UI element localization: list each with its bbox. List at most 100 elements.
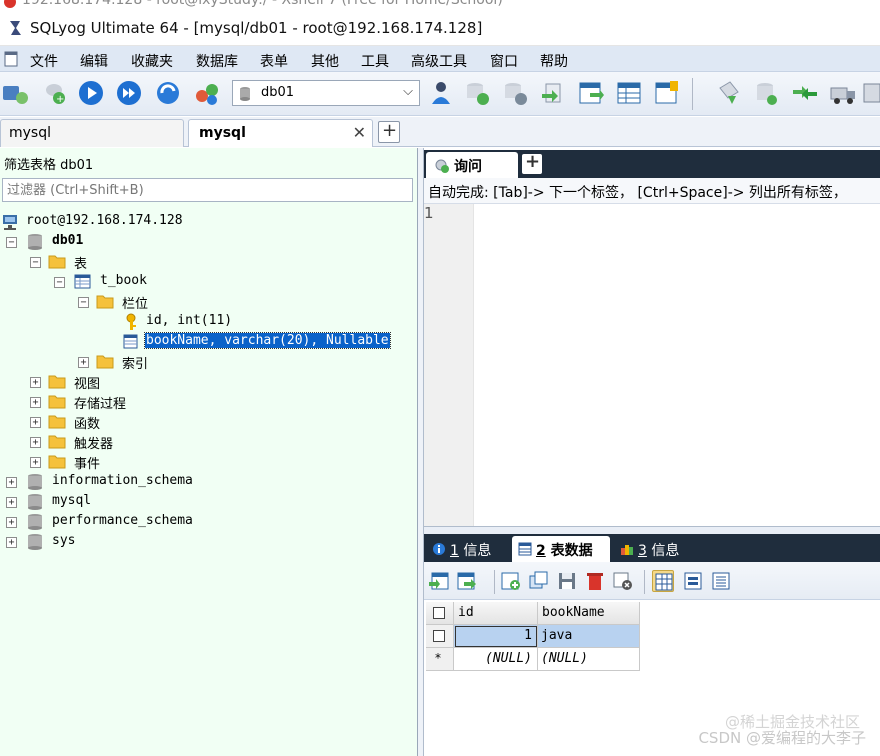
collapse-icon[interactable]: −	[54, 277, 65, 288]
duplicate-row-button[interactable]	[528, 570, 550, 592]
sync-button[interactable]	[714, 78, 744, 108]
menu-help[interactable]: 帮助	[540, 51, 568, 71]
tree-node-database[interactable]: + sys	[0, 532, 300, 552]
connection-tab[interactable]: mysql	[0, 119, 184, 147]
line-number-gutter: 1	[424, 204, 474, 526]
tree-node-database[interactable]: + information_schema	[0, 472, 300, 492]
tree-node-database[interactable]: + mysql	[0, 492, 300, 512]
expand-icon[interactable]: +	[30, 457, 41, 468]
save-button[interactable]	[556, 570, 578, 592]
menu-others[interactable]: 其他	[311, 51, 339, 71]
menu-database[interactable]: 数据库	[196, 51, 238, 71]
tree-node-tables[interactable]: − 表	[0, 252, 300, 272]
table-key-button[interactable]	[652, 78, 682, 108]
expand-icon[interactable]: +	[6, 517, 17, 528]
user-manager-button[interactable]	[426, 78, 456, 108]
tree-node-views[interactable]: + 视图	[0, 372, 300, 392]
table-cell-bookname[interactable]: (NULL)	[538, 648, 640, 671]
add-row-icon	[501, 572, 520, 590]
menu-advanced-tools[interactable]: 高级工具	[411, 51, 467, 71]
tab-table-data-label: 表数据	[550, 543, 593, 559]
expand-icon[interactable]: +	[30, 437, 41, 448]
execute-query-button[interactable]	[76, 78, 106, 108]
collapse-icon[interactable]: −	[30, 257, 41, 268]
menu-tools[interactable]: 工具	[361, 51, 389, 71]
filter-input[interactable]	[3, 179, 412, 201]
checkbox[interactable]	[433, 607, 445, 619]
more-button[interactable]	[860, 78, 880, 108]
compare-button[interactable]	[790, 78, 820, 108]
table-grid-button[interactable]	[614, 78, 644, 108]
database-select-value: db01	[261, 85, 295, 100]
schema-designer-button[interactable]	[192, 78, 222, 108]
horizontal-splitter[interactable]	[424, 526, 880, 534]
tree-node-functions[interactable]: + 函数	[0, 412, 300, 432]
expand-icon[interactable]: +	[30, 397, 41, 408]
filter-field[interactable]	[2, 178, 413, 202]
add-row-button[interactable]	[500, 570, 522, 592]
export-button[interactable]	[576, 78, 606, 108]
tree-node-columns[interactable]: − 栏位	[0, 292, 300, 312]
execute-all-button[interactable]	[114, 78, 144, 108]
export-data-button[interactable]	[428, 570, 450, 592]
menu-table[interactable]: 表单	[260, 51, 288, 71]
collapse-icon[interactable]: −	[78, 297, 89, 308]
menu-edit[interactable]: 编辑	[80, 51, 108, 71]
refresh-button[interactable]	[154, 78, 184, 108]
expand-icon[interactable]: +	[30, 417, 41, 428]
column-header-bookname[interactable]: bookName	[538, 602, 640, 625]
tree-node-column-bookname[interactable]: bookName, varchar(20), Nullable	[0, 332, 400, 352]
table-cell-bookname[interactable]: java	[538, 625, 640, 648]
tree-node-column-id[interactable]: id, int(11)	[0, 312, 300, 332]
expand-icon[interactable]: +	[30, 377, 41, 388]
backup-button[interactable]	[462, 78, 492, 108]
query-editor[interactable]: 1	[424, 204, 880, 526]
tab-info-label: 信息	[651, 543, 680, 559]
tree-node-triggers[interactable]: + 触发器	[0, 432, 300, 452]
expand-icon[interactable]: +	[6, 537, 17, 548]
connection-tab-active[interactable]: mysql ✕	[188, 119, 373, 147]
column-header-id[interactable]: id	[454, 602, 538, 625]
row-checkbox-cell[interactable]	[426, 625, 454, 648]
new-query-tab-button[interactable]: +	[522, 151, 542, 174]
select-all-checkbox-cell[interactable]	[426, 602, 454, 625]
expand-icon[interactable]: +	[6, 477, 17, 488]
table-cell-id[interactable]: 1	[454, 625, 538, 648]
migration-button[interactable]	[828, 78, 858, 108]
tab-info[interactable]: 3 信息	[614, 536, 704, 562]
import-button[interactable]	[538, 78, 568, 108]
form-view-button[interactable]	[682, 570, 704, 592]
expand-icon[interactable]: +	[78, 357, 89, 368]
new-connection-tab-button[interactable]: +	[378, 120, 400, 143]
tree-node-procedures[interactable]: + 存储过程	[0, 392, 300, 412]
menu-favorites[interactable]: 收藏夹	[131, 51, 173, 71]
new-query-button[interactable]: +	[40, 78, 70, 108]
expand-icon[interactable]: +	[6, 497, 17, 508]
tab-table-data[interactable]: 2 表数据	[512, 536, 610, 562]
tree-node-indexes[interactable]: + 索引	[0, 352, 300, 372]
text-view-button[interactable]	[710, 570, 732, 592]
menu-window[interactable]: 窗口	[490, 51, 518, 71]
scheduled-backup-button[interactable]	[752, 78, 782, 108]
tab-messages[interactable]: 1 信息	[426, 536, 508, 562]
import-data-dropdown[interactable]	[456, 570, 490, 592]
menu-file[interactable]: 文件	[30, 51, 58, 71]
new-connection-button[interactable]	[0, 78, 30, 108]
close-icon[interactable]: ✕	[353, 123, 366, 142]
tree-node-table[interactable]: − t_book	[0, 272, 300, 292]
checkbox[interactable]	[433, 630, 445, 642]
collapse-icon[interactable]: −	[6, 237, 17, 248]
restore-button[interactable]	[500, 78, 530, 108]
tree-node-database[interactable]: − db01	[0, 232, 300, 252]
grid-view-button[interactable]	[652, 570, 674, 592]
cancel-changes-button[interactable]	[612, 570, 634, 592]
table-cell-id[interactable]: (NULL)	[454, 648, 538, 671]
delete-row-button[interactable]	[584, 570, 606, 592]
filter-label: 筛选表格 db01	[4, 158, 94, 173]
tree-node-events[interactable]: + 事件	[0, 452, 300, 472]
tree-node-database[interactable]: + performance_schema	[0, 512, 300, 532]
toolbar-separator	[644, 570, 645, 594]
tree-node-server[interactable]: root@192.168.174.128	[0, 212, 300, 232]
database-select[interactable]: db01 ⌵	[232, 80, 420, 106]
query-tab[interactable]: 询问	[426, 152, 518, 178]
